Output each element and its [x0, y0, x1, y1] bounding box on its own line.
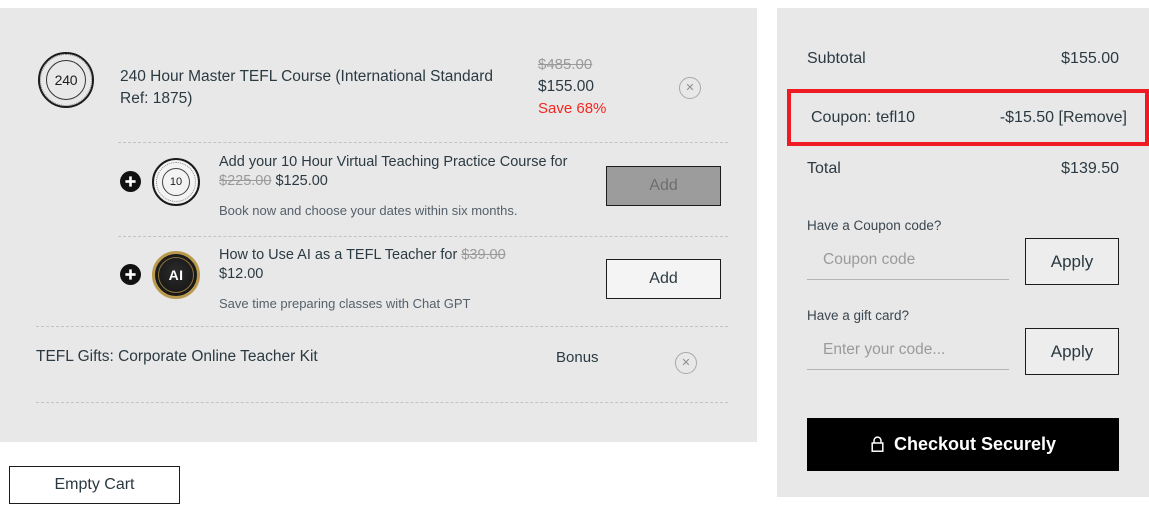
coupon-field-label: Have a Coupon code?: [807, 218, 942, 233]
addon-text-block: Add your 10 Hour Virtual Teaching Practi…: [219, 153, 594, 220]
divider: [36, 326, 728, 327]
coupon-apply-button[interactable]: Apply: [1025, 238, 1119, 285]
cart-bonus-row: TEFL Gifts: Corporate Online Teacher Kit…: [0, 340, 757, 386]
remove-main-item-icon[interactable]: ✕: [679, 77, 701, 99]
empty-cart-button[interactable]: Empty Cart: [9, 466, 180, 504]
coupon-code-group: Have a Coupon code? Apply: [807, 218, 1119, 285]
main-item-price-column: $485.00 $155.00 Save 68%: [538, 54, 658, 120]
addon-headline: Add your 10 Hour Virtual Teaching Practi…: [219, 153, 594, 191]
addon-hours-badge-icon: 10: [152, 158, 200, 206]
addon-original-price: $39.00: [461, 247, 506, 263]
divider: [118, 236, 728, 237]
gift-card-input[interactable]: [807, 334, 1009, 370]
total-value: $139.50: [1061, 160, 1119, 177]
coupon-highlight-box: Coupon: tefl10 -$15.50 [Remove]: [787, 89, 1149, 146]
cart-page: 240 240 Hour Master TEFL Course (Interna…: [0, 0, 1149, 510]
main-item-save-badge: Save 68%: [538, 100, 607, 117]
addon-current-price: $12.00: [219, 266, 264, 282]
addon-current-price: $125.00: [271, 173, 328, 189]
cart-main-item: 240 240 Hour Master TEFL Course (Interna…: [0, 8, 757, 134]
total-label: Total: [807, 160, 841, 177]
add-plus-icon[interactable]: [120, 264, 141, 285]
bonus-item-tag: Bonus: [556, 349, 599, 366]
coupon-value-remove-link[interactable]: -$15.50 [Remove]: [1000, 109, 1127, 127]
addon-add-button[interactable]: Add: [606, 166, 721, 206]
badge-micro-ring: [156, 162, 196, 202]
divider: [36, 402, 728, 403]
addon-headline: How to Use AI as a TEFL Teacher for $39.…: [219, 246, 594, 284]
bonus-item-title: TEFL Gifts: Corporate Online Teacher Kit: [36, 348, 318, 365]
coupon-field-row: Apply: [807, 238, 1119, 285]
summary-subtotal-row: Subtotal $155.00: [807, 50, 1119, 68]
cart-addon-row: AI How to Use AI as a TEFL Teacher for $…: [0, 243, 757, 325]
addon-headline-prefix: Add your 10 Hour Virtual Teaching Practi…: [219, 154, 568, 170]
lock-icon: [870, 436, 885, 453]
summary-total-row: Total $139.50: [807, 160, 1119, 178]
main-item-title: 240 Hour Master TEFL Course (Internation…: [120, 68, 494, 107]
cart-addon-row: 10 Add your 10 Hour Virtual Teaching Pra…: [0, 150, 757, 234]
add-plus-icon[interactable]: [120, 171, 141, 192]
addon-ai-label: AI: [168, 267, 184, 283]
main-item-current-price: $155.00: [538, 78, 595, 95]
subtotal-label: Subtotal: [807, 50, 866, 67]
remove-bonus-item-icon[interactable]: ✕: [675, 352, 697, 374]
addon-description: Save time preparing classes with Chat GP…: [219, 296, 471, 311]
coupon-code-input[interactable]: [807, 244, 1009, 280]
cart-panel: 240 240 Hour Master TEFL Course (Interna…: [0, 8, 757, 442]
seal-micro-ring: [40, 54, 92, 106]
order-summary-panel: Subtotal $155.00 Coupon: tefl10 -$15.50 …: [777, 8, 1149, 497]
subtotal-value: $155.00: [1061, 50, 1119, 67]
addon-original-price: $225.00: [219, 173, 272, 189]
checkout-button-label: Checkout Securely: [893, 434, 1057, 454]
divider: [118, 142, 728, 143]
gift-field-label: Have a gift card?: [807, 308, 910, 323]
addon-text-block: How to Use AI as a TEFL Teacher for $39.…: [219, 246, 594, 313]
summary-coupon-row: Coupon: tefl10 -$15.50 [Remove]: [811, 93, 1127, 142]
coupon-label: Coupon: tefl10: [811, 108, 916, 126]
checkout-securely-button[interactable]: Checkout Securely: [807, 418, 1119, 471]
gift-apply-button[interactable]: Apply: [1025, 328, 1119, 375]
addon-add-button[interactable]: Add: [606, 259, 721, 299]
gift-field-row: Apply: [807, 328, 1119, 375]
addon-description: Book now and choose your dates within si…: [219, 203, 518, 218]
addon-ai-badge-icon: AI: [152, 251, 200, 299]
addon-headline-prefix: How to Use AI as a TEFL Teacher for: [219, 247, 462, 263]
gift-card-group: Have a gift card? Apply: [807, 308, 1119, 375]
main-item-original-price: $485.00: [538, 56, 593, 73]
course-seal-badge-icon: 240: [38, 52, 94, 108]
